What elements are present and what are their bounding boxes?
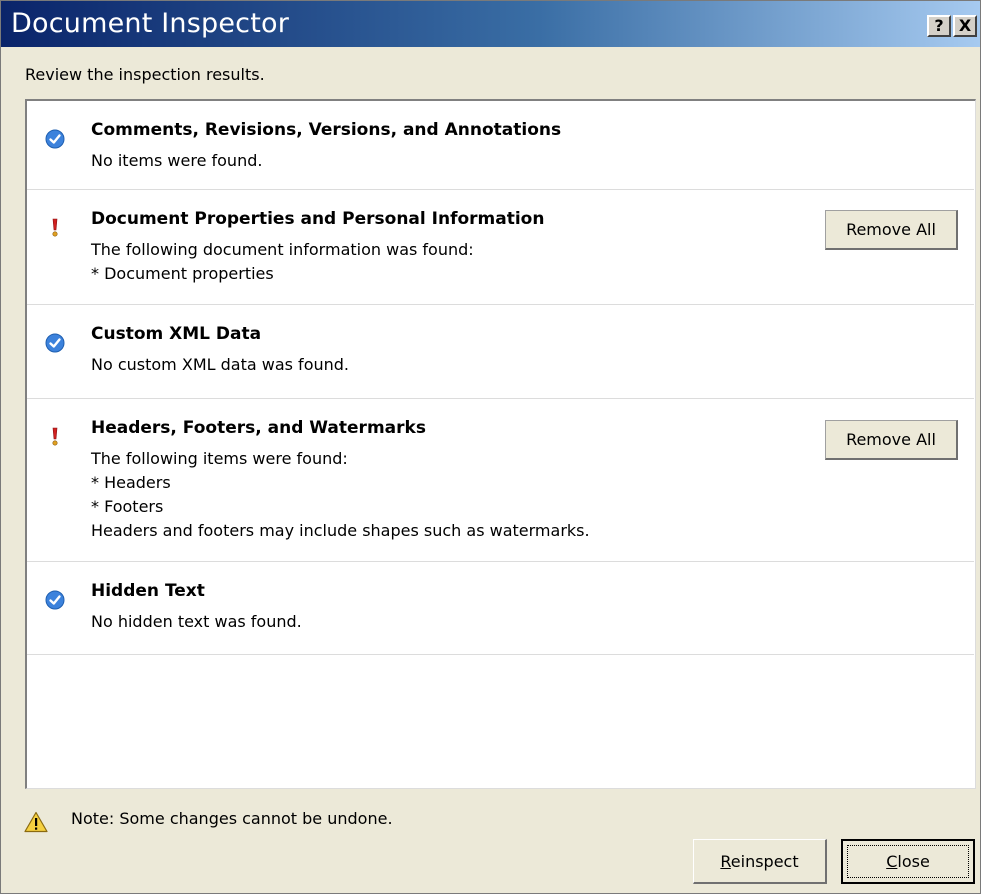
title-bar[interactable]: Document Inspector ? X xyxy=(1,1,980,47)
help-button[interactable]: ? xyxy=(927,15,951,37)
result-detail-line: * Headers xyxy=(91,473,171,492)
check-circle-icon xyxy=(45,129,65,149)
result-detail-line: The following document information was f… xyxy=(91,240,474,259)
result-item-hidden-text: Hidden Text No hidden text was found. xyxy=(27,562,974,655)
result-detail-line: No hidden text was found. xyxy=(91,612,302,631)
result-details: The following document information was f… xyxy=(91,238,474,286)
close-button[interactable]: Close xyxy=(841,839,975,884)
result-item-headers-footers: Headers, Footers, and Watermarks The fol… xyxy=(27,399,974,562)
undo-warning-note: Note: Some changes cannot be undone. xyxy=(71,809,393,828)
document-inspector-dialog: Document Inspector ? X Review the inspec… xyxy=(0,0,981,894)
result-item-comments: Comments, Revisions, Versions, and Annot… xyxy=(27,101,974,190)
close-window-button[interactable]: X xyxy=(953,15,977,37)
result-title: Headers, Footers, and Watermarks xyxy=(91,418,426,438)
result-item-document-properties: Document Properties and Personal Informa… xyxy=(27,190,974,305)
exclamation-icon xyxy=(52,218,58,237)
check-circle-icon xyxy=(45,333,65,353)
result-details: No custom XML data was found. xyxy=(91,353,349,377)
result-detail-line: * Document properties xyxy=(91,264,274,283)
result-title: Hidden Text xyxy=(91,581,205,601)
result-details: No items were found. xyxy=(91,149,262,173)
result-detail-line: The following items were found: xyxy=(91,449,348,468)
remove-all-button[interactable]: Remove All xyxy=(825,420,958,460)
result-detail-line: Headers and footers may include shapes s… xyxy=(91,521,590,540)
reinspect-access-key: R xyxy=(720,851,731,871)
result-details: No hidden text was found. xyxy=(91,610,302,634)
result-title: Comments, Revisions, Versions, and Annot… xyxy=(91,120,562,140)
window-title: Document Inspector xyxy=(11,8,290,39)
check-circle-icon xyxy=(45,590,65,610)
reinspect-label-rest: einspect xyxy=(730,851,799,871)
result-detail-line: No custom XML data was found. xyxy=(91,355,349,374)
result-item-custom-xml: Custom XML Data No custom XML data was f… xyxy=(27,305,974,399)
warning-triangle-icon xyxy=(24,811,48,833)
result-details: The following items were found: * Header… xyxy=(91,447,590,543)
focus-rectangle xyxy=(847,845,969,878)
result-detail-line: No items were found. xyxy=(91,151,263,170)
exclamation-icon xyxy=(52,427,58,446)
inspection-results-list[interactable]: Comments, Revisions, Versions, and Annot… xyxy=(25,99,976,789)
remove-all-button[interactable]: Remove All xyxy=(825,210,958,250)
result-title: Custom XML Data xyxy=(91,324,262,344)
dialog-instructions: Review the inspection results. xyxy=(25,65,265,84)
result-title: Document Properties and Personal Informa… xyxy=(91,209,545,229)
reinspect-button[interactable]: Reinspect xyxy=(693,839,827,884)
result-detail-line: * Footers xyxy=(91,497,164,516)
